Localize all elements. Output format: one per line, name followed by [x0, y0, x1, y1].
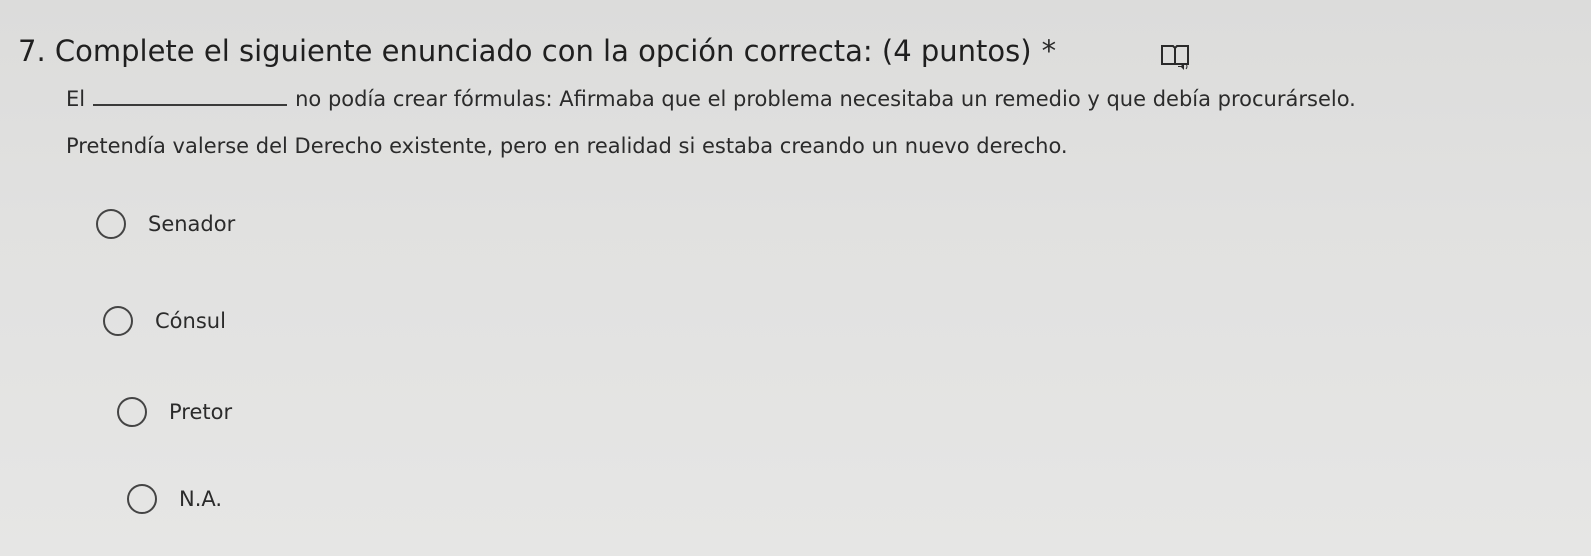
radio-button[interactable]	[117, 397, 147, 427]
prompt-line-1: El no podía crear fórmulas: Afirmaba que…	[66, 86, 1356, 111]
option-label: Pretor	[169, 400, 233, 424]
required-marker: *	[1041, 34, 1057, 68]
option-label: Cónsul	[155, 309, 226, 333]
prompt-end: no podía crear fórmulas: Afirmaba que el…	[295, 87, 1356, 111]
radio-button[interactable]	[103, 306, 133, 336]
option-label: N.A.	[179, 487, 223, 511]
option-na[interactable]: N.A.	[127, 484, 222, 514]
option-label: Senador	[148, 212, 236, 236]
prompt-start: El	[66, 87, 86, 111]
radio-button[interactable]	[96, 209, 126, 239]
radio-button[interactable]	[127, 484, 157, 514]
option-consul[interactable]: Cónsul	[103, 306, 226, 336]
option-senador[interactable]: Senador	[96, 209, 235, 239]
question-title-text: 7. Complete el siguiente enunciado con l…	[18, 34, 1032, 68]
prompt-line-2: Pretendía valerse del Derecho existente,…	[66, 134, 1068, 158]
question-title: 7. Complete el siguiente enunciado con l…	[18, 34, 1056, 68]
immersive-reader-icon[interactable]	[1159, 43, 1191, 71]
option-pretor[interactable]: Pretor	[117, 397, 232, 427]
fill-in-blank	[93, 86, 288, 106]
